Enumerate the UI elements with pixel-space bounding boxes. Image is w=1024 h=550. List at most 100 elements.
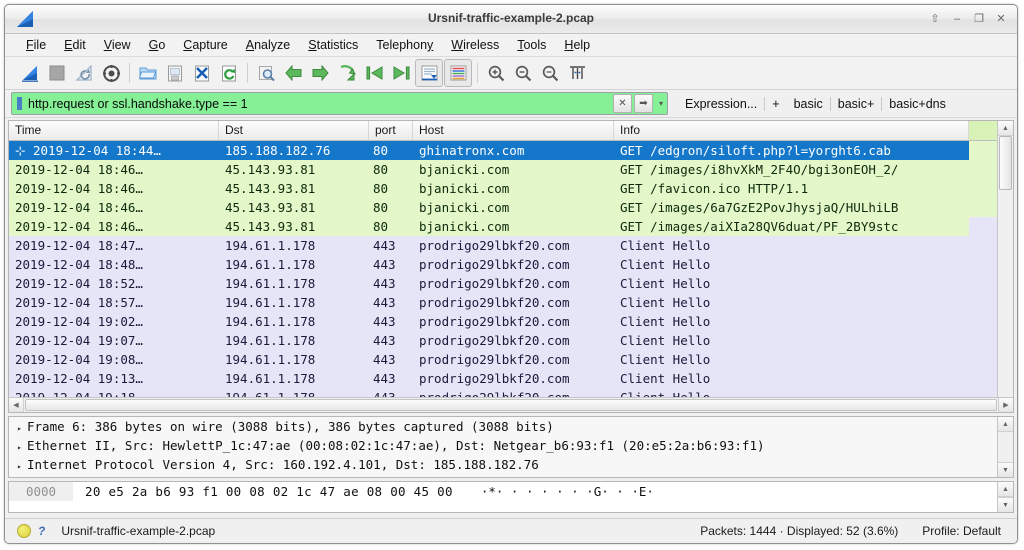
menu-item-statistics[interactable]: Statistics: [299, 36, 367, 54]
hscroll-thumb[interactable]: [25, 399, 997, 411]
scroll-right-icon[interactable]: ▶: [998, 398, 1013, 412]
scroll-up-icon[interactable]: ▲: [998, 417, 1013, 432]
packet-row[interactable]: 2019-12-04 18:57… 194.61.1.178 443 prodrigo…: [9, 293, 1013, 312]
packet-row[interactable]: 2019-12-04 18:48… 194.61.1.178 443 prodrigo…: [9, 255, 1013, 274]
close-button[interactable]: ✕: [991, 9, 1011, 28]
minimize-button[interactable]: –: [947, 9, 967, 28]
expression-button[interactable]: Expression...: [678, 97, 764, 111]
menu-item-tools[interactable]: Tools: [508, 36, 555, 54]
column-header-port[interactable]: port: [369, 121, 413, 140]
filter-shortcut-basic[interactable]: basic: [787, 97, 830, 111]
apply-filter-button[interactable]: ➡: [634, 94, 653, 113]
packet-row[interactable]: 2019-12-04 18:46… 45.143.93.81 80 bjanicki.…: [9, 160, 1013, 179]
scroll-up-icon[interactable]: ▲: [998, 121, 1013, 136]
detail-text: Frame 6: 386 bytes on wire (3088 bits), …: [27, 419, 554, 434]
scroll-left-icon[interactable]: ◀: [9, 398, 24, 412]
packet-bytes-pane[interactable]: 0000 20 e5 2a b6 93 f1 00 08 02 1c 47 ae …: [8, 481, 1014, 513]
packet-cell-host: prodrigo29lbkf20.com: [419, 314, 570, 329]
packet-cell-port: 443: [373, 371, 396, 386]
detail-row[interactable]: ▸ Frame 6: 386 bytes on wire (3088 bits),…: [9, 417, 1013, 436]
filter-dropdown-icon[interactable]: ▾: [655, 99, 667, 108]
resize-columns-icon[interactable]: [564, 60, 590, 86]
filter-shortcut-basic-dns[interactable]: basic+dns: [882, 97, 953, 111]
scroll-up-icon[interactable]: ▲: [998, 482, 1013, 497]
menu-item-wireless[interactable]: Wireless: [442, 36, 508, 54]
zoom-out-icon[interactable]: [510, 60, 536, 86]
packet-list-hscrollbar[interactable]: ◀ ▶: [9, 397, 1013, 412]
menu-item-analyze[interactable]: Analyze: [237, 36, 299, 54]
window-controls: ⇧ – ❐ ✕: [925, 9, 1011, 28]
packet-row[interactable]: 2019-12-04 19:13… 194.61.1.178 443 prodrigo…: [9, 369, 1013, 388]
zoom-in-icon[interactable]: [483, 60, 509, 86]
go-back-icon[interactable]: [280, 60, 306, 86]
zoom-reset-icon[interactable]: [537, 60, 563, 86]
vscroll-thumb[interactable]: [999, 136, 1012, 190]
filter-shortcut-basic-plus[interactable]: basic+: [831, 97, 881, 111]
expand-triangle-icon[interactable]: ▸: [17, 457, 27, 476]
bookmark-icon[interactable]: [12, 94, 26, 113]
packet-cell-info: Client Hello: [620, 333, 711, 348]
packet-list-rows[interactable]: ⊹ 2019-12-04 18:44… 185.188.182.76 80 ghina…: [9, 141, 1013, 412]
menu-item-file[interactable]: File: [17, 36, 55, 54]
packet-row[interactable]: 2019-12-04 19:08… 194.61.1.178 443 prodrigo…: [9, 350, 1013, 369]
go-to-packet-icon[interactable]: [334, 60, 360, 86]
packet-row[interactable]: 2019-12-04 18:46… 45.143.93.81 80 bjanicki.…: [9, 179, 1013, 198]
hexdump-row[interactable]: 0000 20 e5 2a b6 93 f1 00 08 02 1c 47 ae …: [9, 482, 1013, 501]
status-profile[interactable]: Profile: Default: [922, 524, 1001, 538]
capture-help-icon[interactable]: ?: [37, 524, 46, 538]
column-header-dst[interactable]: Dst: [219, 121, 369, 140]
packet-list-vscrollbar[interactable]: ▲ ▼: [997, 121, 1013, 412]
bytes-vscrollbar[interactable]: ▲ ▼: [997, 482, 1013, 512]
scroll-down-icon[interactable]: ▼: [998, 497, 1013, 512]
capture-options-icon[interactable]: [98, 60, 124, 86]
go-forward-icon[interactable]: [307, 60, 333, 86]
column-header-time[interactable]: Time: [9, 121, 219, 140]
packet-row[interactable]: 2019-12-04 19:02… 194.61.1.178 443 prodrigo…: [9, 312, 1013, 331]
packet-row[interactable]: 2019-12-04 18:47… 194.61.1.178 443 prodrigo…: [9, 236, 1013, 255]
packet-cell-dst: 194.61.1.178: [225, 238, 316, 253]
details-vscrollbar[interactable]: ▲ ▼: [997, 417, 1013, 477]
packet-cell-port: 443: [373, 238, 396, 253]
packet-details-pane[interactable]: ▸ Frame 6: 386 bytes on wire (3088 bits),…: [8, 416, 1014, 478]
packet-list-pane[interactable]: Time Dst port Host Info ⊹ 2019-12-04 18:44… 1…: [8, 120, 1014, 413]
expert-info-icon[interactable]: [17, 524, 31, 538]
menu-item-telephony[interactable]: Telephony: [367, 36, 442, 54]
detail-row[interactable]: ▸ Internet Protocol Version 4, Src: 160.1…: [9, 455, 1013, 474]
detail-row[interactable]: ▸ Ethernet II, Src: HewlettP_1c:47:ae (00…: [9, 436, 1013, 455]
go-last-packet-icon[interactable]: [388, 60, 414, 86]
save-file-icon[interactable]: [162, 60, 188, 86]
packet-row[interactable]: 2019-12-04 18:46… 45.143.93.81 80 bjanicki.…: [9, 198, 1013, 217]
toolbar-separator: [247, 63, 248, 83]
packet-cell-dst: 194.61.1.178: [225, 314, 316, 329]
find-packet-icon[interactable]: [253, 60, 279, 86]
packet-cell-time: 2019-12-04 18:47…: [15, 238, 143, 253]
add-filter-button[interactable]: +: [765, 97, 786, 111]
packet-row[interactable]: 2019-12-04 18:46… 45.143.93.81 80 bjanicki.…: [9, 217, 1013, 236]
display-filter-wrapper[interactable]: ✕ ➡ ▾: [11, 92, 668, 115]
menu-item-view[interactable]: View: [95, 36, 140, 54]
menu-item-help[interactable]: Help: [555, 36, 599, 54]
rollup-button[interactable]: ⇧: [925, 9, 945, 28]
restart-capture-icon[interactable]: [71, 60, 97, 86]
reload-file-icon[interactable]: [216, 60, 242, 86]
colorize-icon[interactable]: [444, 59, 472, 87]
close-file-icon[interactable]: [189, 60, 215, 86]
start-capture-icon[interactable]: [17, 60, 43, 86]
open-file-icon[interactable]: [135, 60, 161, 86]
clear-filter-button[interactable]: ✕: [613, 94, 632, 113]
menu-item-capture[interactable]: Capture: [174, 36, 236, 54]
column-header-info[interactable]: Info: [614, 121, 969, 140]
display-filter-input[interactable]: [26, 96, 613, 111]
menu-item-go[interactable]: Go: [140, 36, 175, 54]
scroll-down-icon[interactable]: ▼: [998, 462, 1013, 477]
packet-row[interactable]: 2019-12-04 18:52… 194.61.1.178 443 prodrigo…: [9, 274, 1013, 293]
packet-row[interactable]: 2019-12-04 19:07… 194.61.1.178 443 prodrigo…: [9, 331, 1013, 350]
column-header-host[interactable]: Host: [413, 121, 614, 140]
stop-capture-icon[interactable]: [44, 60, 70, 86]
packet-row[interactable]: ⊹ 2019-12-04 18:44… 185.188.182.76 80 ghina…: [9, 141, 1013, 160]
autoscroll-icon[interactable]: [415, 59, 443, 87]
menu-item-edit[interactable]: Edit: [55, 36, 95, 54]
maximize-button[interactable]: ❐: [969, 9, 989, 28]
packet-list-header[interactable]: Time Dst port Host Info: [9, 121, 1013, 141]
go-first-packet-icon[interactable]: [361, 60, 387, 86]
